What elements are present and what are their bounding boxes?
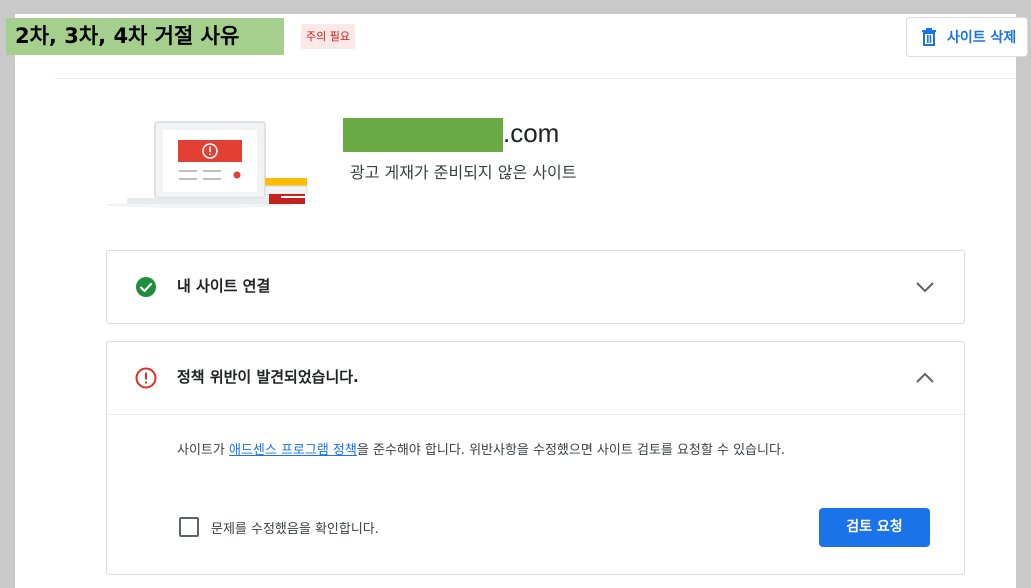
request-review-button[interactable]: 검토 요청 (819, 508, 930, 547)
adsense-policy-link[interactable]: 애드센스 프로그램 정책 (229, 443, 357, 458)
panel-site-connection: 내 사이트 연결 (106, 250, 965, 324)
panel-policy-violation: 정책 위반이 발견되었습니다. 사이트가 애드센스 프로그램 정책을 준수해야 … (106, 341, 965, 575)
policy-description: 사이트가 애드센스 프로그램 정책을 준수해야 합니다. 위반사항을 수정했으면… (177, 442, 785, 460)
delete-site-button[interactable]: 사이트 삭제 (906, 17, 1028, 57)
policy-text-before: 사이트가 (177, 443, 229, 458)
domain-redaction (343, 118, 503, 152)
panel-title: 내 사이트 연결 (177, 277, 271, 295)
error-circle-icon (135, 367, 157, 389)
confirm-fix-label[interactable]: 문제를 수정했음을 확인합니다. (211, 518, 379, 537)
status-badge: 주의 필요 (301, 24, 355, 49)
panel-header-site-connection[interactable]: 내 사이트 연결 (107, 251, 964, 323)
site-domain: .com (503, 118, 560, 148)
panel-header-policy-violation[interactable]: 정책 위반이 발견되었습니다. (107, 342, 964, 415)
chevron-down-icon[interactable] (913, 275, 937, 299)
confirm-fix-checkbox[interactable] (179, 517, 199, 537)
header-divider (55, 78, 1016, 79)
trash-icon (922, 28, 936, 46)
annotation-label: 2차, 3차, 4차 거절 사유 (6, 18, 284, 55)
site-not-ready-illustration (105, 121, 308, 208)
policy-text-after: 을 준수해야 합니다. 위반사항을 수정했으면 사이트 검토를 요청할 수 있습… (356, 443, 786, 458)
delete-button-label: 사이트 삭제 (947, 30, 1017, 46)
chevron-up-icon[interactable] (913, 366, 937, 390)
panel-title: 정책 위반이 발견되었습니다. (177, 368, 359, 386)
check-circle-icon (136, 277, 156, 297)
confirm-fix-row: 문제를 수정했음을 확인합니다. (179, 517, 379, 537)
site-status-text: 광고 게재가 준비되지 않은 사이트 (350, 163, 577, 182)
